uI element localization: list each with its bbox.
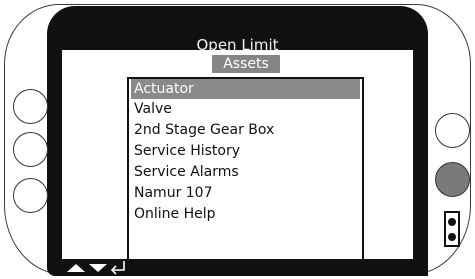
page-subtitle: Assets [223,56,269,72]
down-arrow-icon [89,264,107,272]
menu-item-service-alarms[interactable]: Service Alarms [131,162,360,182]
selector-switch[interactable] [444,211,460,247]
menu-item-2nd-stage-gear-box[interactable]: 2nd Stage Gear Box [131,120,360,140]
left-knob-bottom[interactable] [13,178,48,213]
right-knob-selected[interactable] [435,162,470,197]
right-knob-top[interactable] [435,113,470,148]
switch-dot-bottom [448,233,456,241]
up-arrow-icon [67,264,85,272]
page-title: Open Limit [196,36,279,54]
menu-item-valve[interactable]: Valve [131,99,360,119]
left-knob-top[interactable] [13,89,48,124]
menu-item-namur-107[interactable]: Namur 107 [131,183,360,203]
navigation-icons [67,261,125,275]
left-knob-middle[interactable] [13,132,48,167]
menu-item-actuator[interactable]: Actuator [131,79,360,99]
menu-item-service-history[interactable]: Service History [131,141,360,161]
menu-item-online-help[interactable]: Online Help [131,204,360,224]
assets-menu: Actuator Valve 2nd Stage Gear Box Servic… [127,77,364,259]
switch-dot-top [448,218,456,226]
navigation-bar [62,259,428,276]
